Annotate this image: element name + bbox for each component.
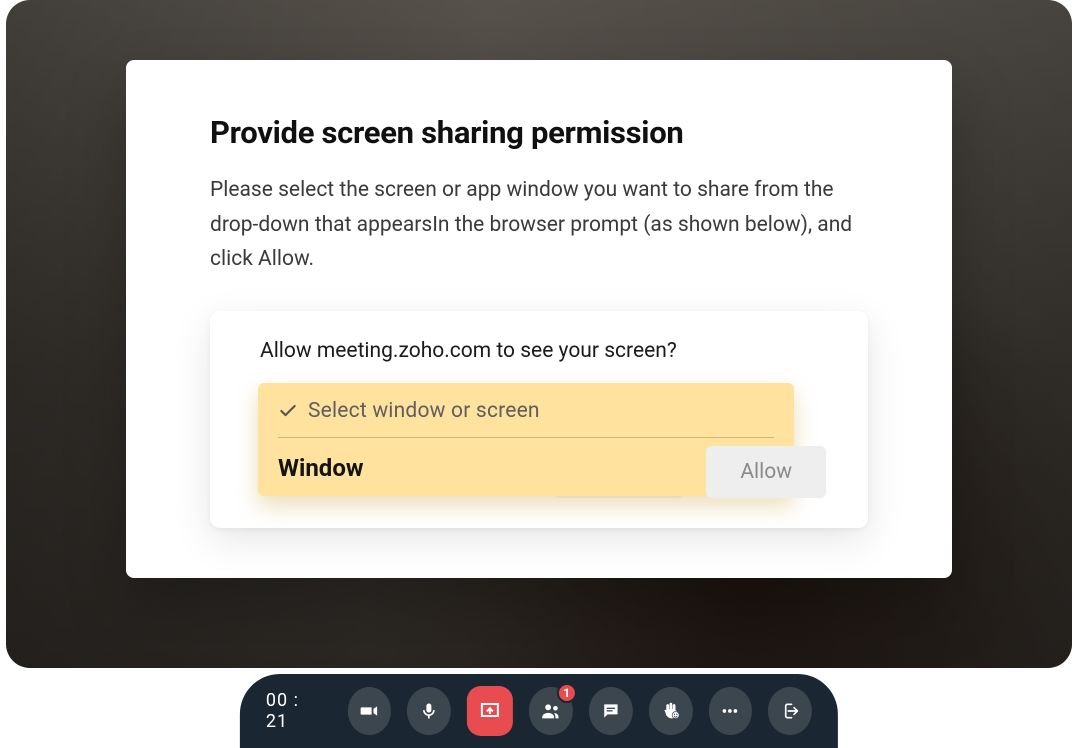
more-options-button[interactable] (708, 687, 752, 735)
prompt-question: Allow meeting.zoho.com to see your scree… (260, 339, 818, 363)
check-icon (278, 401, 298, 421)
chat-button[interactable] (589, 687, 633, 735)
exit-icon (780, 701, 800, 721)
modal-title: Provide screen sharing permission (210, 114, 868, 151)
dropdown-option-window[interactable]: Window (278, 438, 774, 482)
reactions-icon (659, 700, 681, 722)
mic-toggle-button[interactable] (407, 687, 451, 735)
video-toggle-button[interactable] (347, 687, 391, 735)
modal-description: Please select the screen or app window y… (210, 173, 868, 277)
reactions-button[interactable] (649, 687, 693, 735)
video-icon (358, 700, 380, 722)
screen-share-permission-modal: Provide screen sharing permission Please… (126, 60, 952, 578)
leave-meeting-button[interactable] (768, 687, 812, 735)
meeting-timer: 00 : 21 (266, 690, 322, 732)
dropdown-label: Select window or screen (308, 399, 540, 423)
mic-icon (419, 701, 439, 721)
share-screen-icon (478, 699, 502, 723)
allow-button[interactable]: Allow (706, 446, 826, 498)
participants-badge: 1 (557, 683, 577, 703)
chat-icon (601, 701, 621, 721)
share-screen-button[interactable] (467, 686, 513, 736)
more-icon (719, 700, 741, 722)
browser-prompt-illustration: Allow meeting.zoho.com to see your scree… (210, 311, 868, 528)
dropdown-selected-row[interactable]: Select window or screen (278, 399, 774, 438)
app-root: Provide screen sharing permission Please… (0, 0, 1078, 748)
participants-icon (540, 700, 562, 722)
meeting-toolbar: 00 : 21 1 (240, 674, 838, 748)
participants-button[interactable]: 1 (529, 687, 573, 735)
